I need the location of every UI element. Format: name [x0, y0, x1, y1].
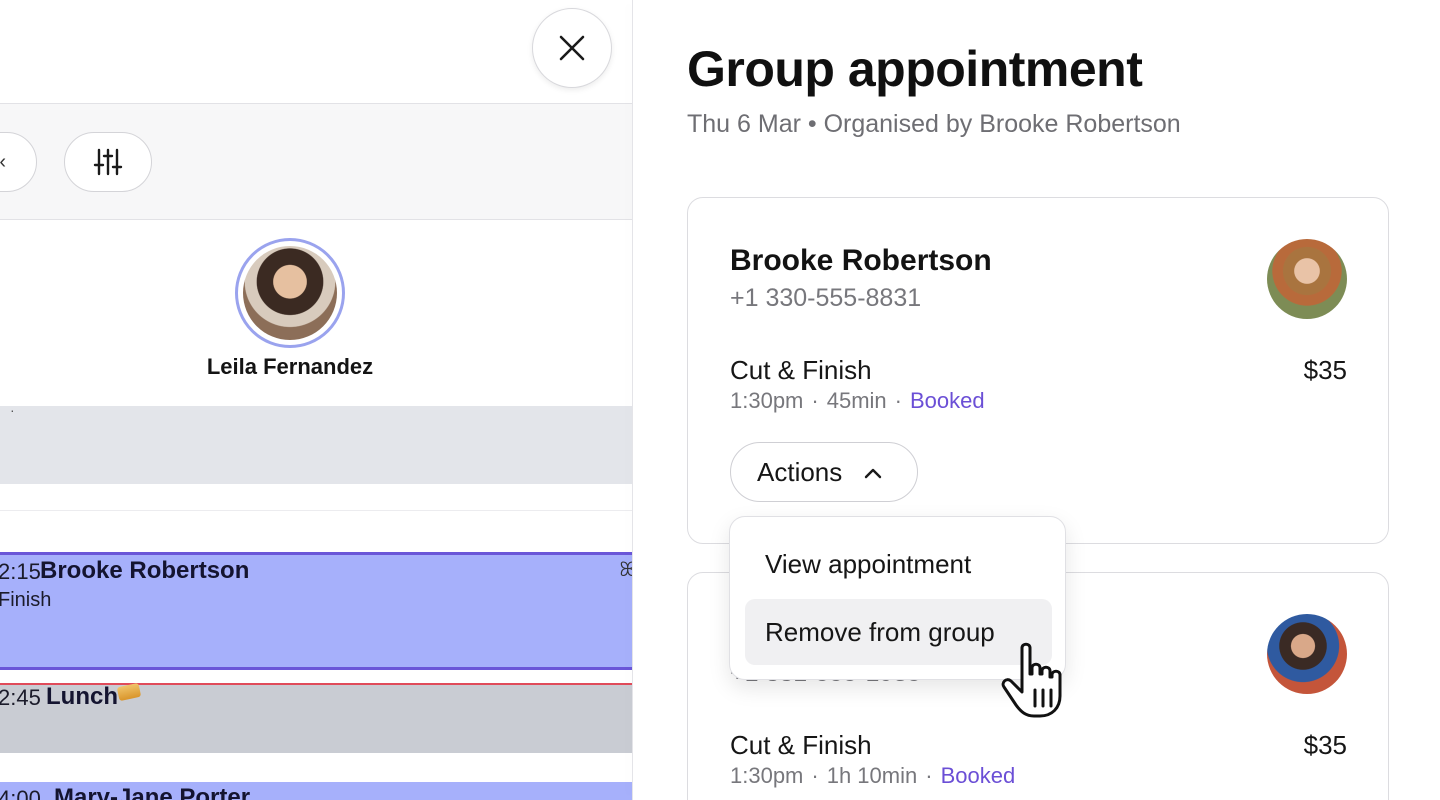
actions-button[interactable]: Actions: [730, 442, 918, 502]
calendar-break[interactable]: 2:45 Lunch: [0, 682, 632, 753]
appointment-service: Finish: [0, 589, 52, 611]
client-avatar[interactable]: [1267, 614, 1347, 694]
close-icon: [559, 35, 585, 61]
appointment-time: 2:15: [0, 559, 41, 584]
service-name: Cut & Finish: [730, 730, 872, 760]
calendar-appointment[interactable]: 2:15 Brooke Robertson Finish ꕤ: [0, 552, 632, 670]
calendar-pane: ‹ Leila Fernandez · 2:15 Brooke Robertso…: [0, 0, 632, 800]
calendar-toolbar: ‹: [0, 104, 632, 220]
status-badge: Booked: [940, 763, 1016, 788]
arrow-icon: ‹: [0, 151, 6, 174]
staff-column-header[interactable]: Leila Fernandez: [0, 220, 632, 406]
sandwich-icon: [116, 682, 142, 702]
break-title: Lunch: [46, 683, 118, 710]
service-time: 1:30pm: [730, 763, 804, 788]
appointment-client: Brooke Robertson: [40, 557, 250, 584]
service-duration: 45min: [826, 388, 887, 413]
sliders-icon: [93, 148, 123, 176]
close-button[interactable]: [532, 8, 612, 88]
status-badge: Booked: [909, 388, 985, 413]
service-price: $35: [1303, 730, 1347, 760]
staff-avatar-ring: [235, 238, 345, 348]
page-title: Group appointment: [687, 41, 1143, 97]
service-name: Cut & Finish: [730, 355, 872, 385]
chevron-up-icon: [865, 468, 882, 479]
actions-label: Actions: [757, 456, 843, 487]
page-subtitle: Thu 6 Mar • Organised by Brooke Robertso…: [687, 110, 1181, 138]
staff-name: Leila Fernandez: [206, 354, 374, 379]
break-time: 2:45: [0, 685, 41, 710]
client-card: Brooke Robertson +1 330-555-8831 Cut & F…: [687, 197, 1389, 544]
filter-button[interactable]: [64, 132, 152, 192]
blocked-time-slot[interactable]: ·: [0, 402, 632, 484]
client-avatar[interactable]: [1267, 239, 1347, 319]
service-meta: 1:30pm · 45min · Booked: [730, 388, 985, 413]
hand-pointer-icon: [1001, 642, 1062, 718]
service-meta: 1:30pm · 1h 10min · Booked: [730, 763, 1016, 788]
toolbar-pill-button[interactable]: ‹: [0, 132, 37, 192]
calendar-grid[interactable]: · 2:15 Brooke Robertson Finish ꕤ 2:45 Lu…: [0, 402, 632, 800]
appointment-client: Mary-Jane Porter: [54, 784, 251, 800]
service-price: $35: [1303, 355, 1347, 385]
slot-marker: ·: [10, 402, 15, 418]
appointment-time: 4:00: [0, 786, 41, 800]
staff-avatar: [243, 246, 337, 340]
calendar-topbar: [0, 0, 632, 104]
grid-line: [0, 510, 632, 511]
service-time: 1:30pm: [730, 388, 804, 413]
group-icon: ꕤ: [619, 559, 632, 581]
client-name: Brooke Robertson: [730, 244, 992, 277]
calendar-appointment[interactable]: 4:00 Mary-Jane Porter: [0, 782, 632, 800]
service-duration: 1h 10min: [826, 763, 918, 788]
menu-item-view-appointment[interactable]: View appointment: [745, 531, 1052, 597]
client-phone: +1 330-555-8831: [730, 284, 922, 312]
